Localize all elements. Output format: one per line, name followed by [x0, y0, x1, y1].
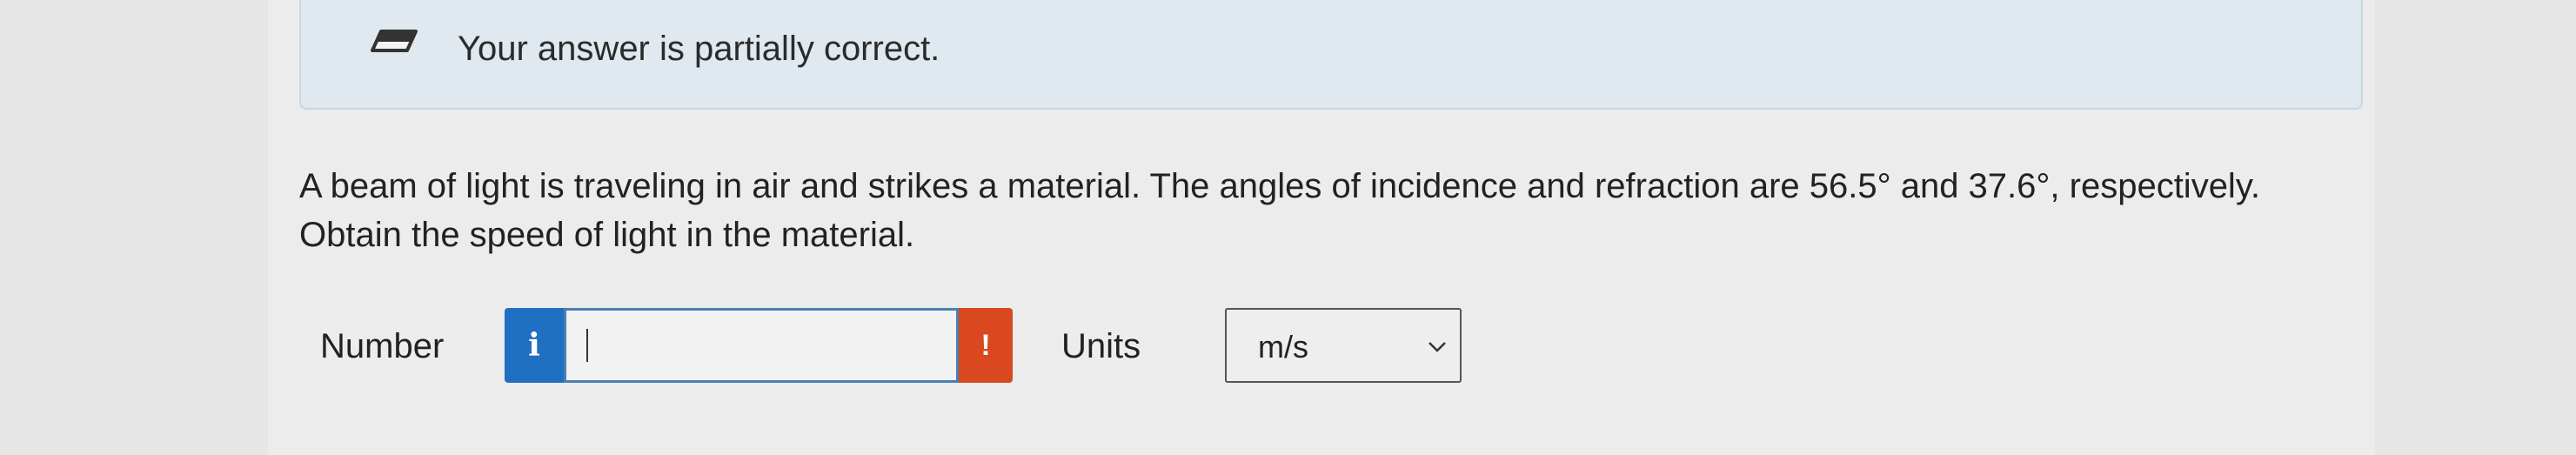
question-text: A beam of light is traveling in air and … [299, 167, 2260, 254]
units-selected-value: m/s [1258, 329, 1308, 365]
info-icon[interactable]: i [505, 308, 564, 383]
units-label: Units [1061, 327, 1141, 365]
number-input[interactable] [564, 308, 959, 383]
warning-glyph: ! [980, 328, 991, 362]
question-panel: Your answer is partially correct. A beam… [268, 0, 2375, 455]
info-glyph: i [528, 327, 540, 364]
warning-icon[interactable]: ! [959, 308, 1013, 383]
number-label: Number [320, 327, 445, 365]
feedback-banner: Your answer is partially correct. [299, 0, 2363, 110]
chevron-down-icon [1429, 342, 1446, 352]
pencil-icon [371, 30, 418, 52]
feedback-message: Your answer is partially correct. [458, 30, 940, 68]
text-cursor [586, 329, 588, 362]
answer-row: Number i ! Units m/s [299, 308, 2039, 383]
units-select[interactable]: m/s [1225, 308, 1462, 383]
